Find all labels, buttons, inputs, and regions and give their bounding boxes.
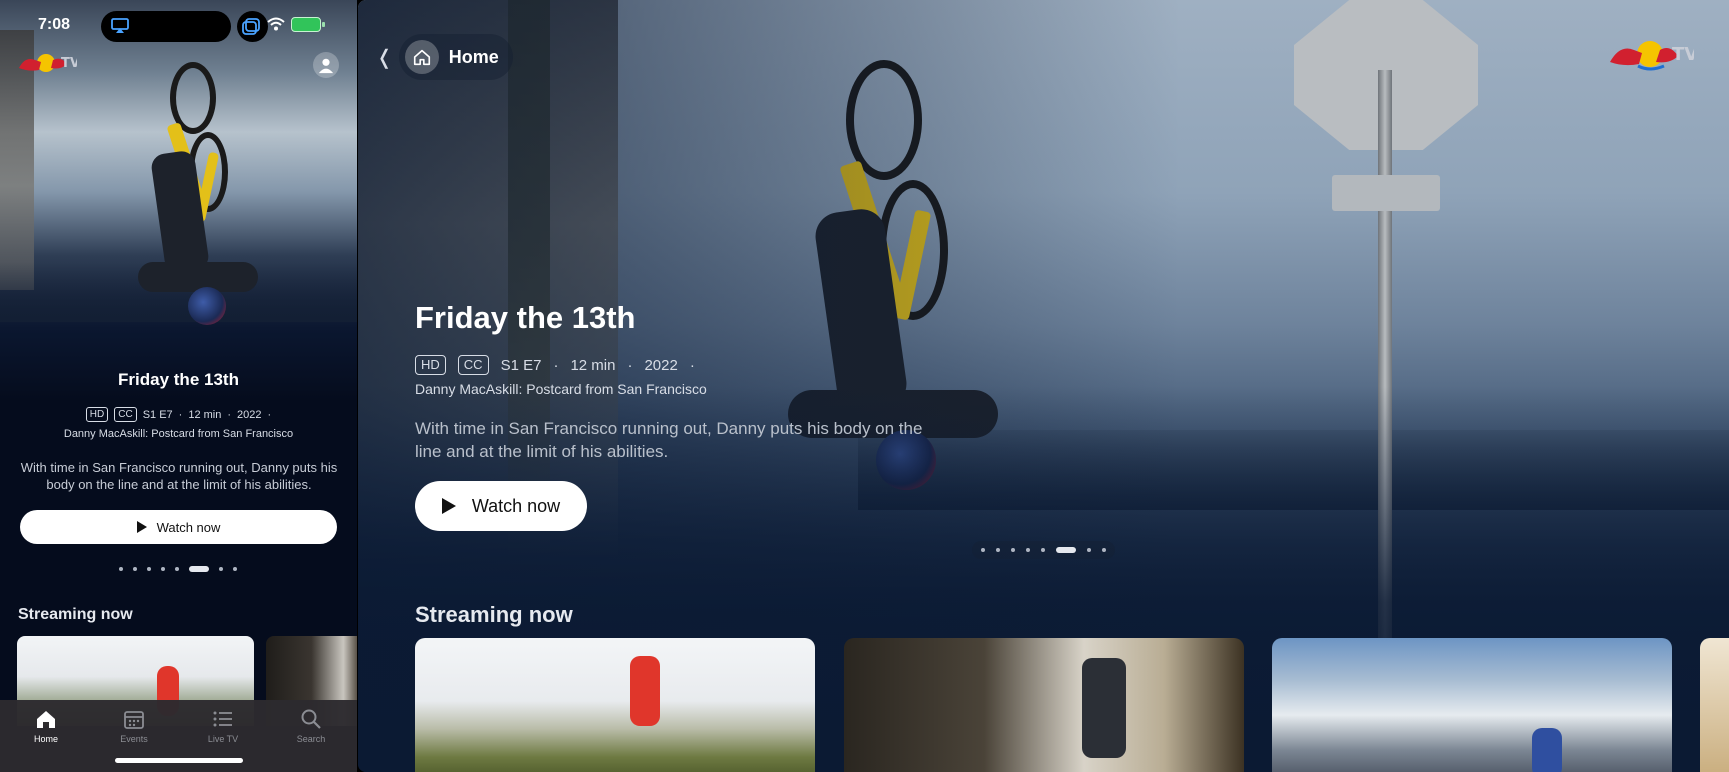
- pager-dot[interactable]: [119, 567, 123, 571]
- pager-dot[interactable]: [219, 567, 223, 571]
- airplay-icon: [111, 18, 129, 33]
- list-icon: [213, 711, 232, 727]
- home-indicator: [115, 758, 243, 763]
- pager-dot[interactable]: [1041, 548, 1045, 552]
- wifi-icon: [267, 17, 285, 31]
- tab-home[interactable]: Home: [11, 708, 81, 744]
- status-bar: 7:08: [0, 0, 357, 50]
- episode-label: S1 E7: [500, 356, 542, 374]
- content-card[interactable]: [1700, 638, 1729, 772]
- profile-icon[interactable]: [313, 52, 339, 78]
- home-icon: [404, 40, 439, 74]
- hero-description: With time in San Francisco running out, …: [415, 419, 923, 461]
- pager-dot[interactable]: [175, 567, 179, 571]
- pager-dot[interactable]: [1026, 548, 1030, 552]
- red-bull-tv-logo: TV: [1610, 41, 1694, 71]
- pager-dot-active[interactable]: [189, 566, 209, 572]
- pager-dot[interactable]: [981, 548, 985, 552]
- duration-label: 12 min: [188, 408, 222, 421]
- content-card[interactable]: [844, 638, 1244, 772]
- cc-badge: CC: [114, 407, 137, 422]
- duration-label: 12 min: [570, 356, 616, 374]
- hero-pager[interactable]: [972, 541, 1115, 559]
- dynamic-island: [101, 11, 231, 42]
- series-title: Danny MacAskill: Postcard from San Franc…: [415, 381, 707, 397]
- pager-dot[interactable]: [147, 567, 151, 571]
- hero-title: Friday the 13th: [415, 300, 636, 335]
- year-label: 2022: [237, 408, 262, 421]
- hero-description: With time in San Francisco running out, …: [20, 460, 338, 492]
- pager-dot[interactable]: [1102, 548, 1106, 552]
- tab-search[interactable]: Search: [276, 708, 346, 744]
- hd-badge: HD: [85, 407, 109, 422]
- pager-dot[interactable]: [1011, 548, 1015, 552]
- red-bull-tv-logo: TV: [19, 54, 77, 72]
- watch-now-label: Watch now: [471, 495, 561, 516]
- hd-badge: HD: [415, 355, 446, 375]
- pager-dot[interactable]: [133, 567, 137, 571]
- status-time: 7:08: [38, 16, 71, 33]
- episode-label: S1 E7: [142, 408, 173, 421]
- watch-now-button[interactable]: Watch now: [20, 510, 337, 544]
- hero-meta: HD CC S1 E7 · 12 min · 2022 ·: [415, 355, 695, 375]
- pager-dot[interactable]: [233, 567, 237, 571]
- calendar-icon: [124, 711, 144, 729]
- content-card[interactable]: [415, 638, 815, 772]
- home-nav-button[interactable]: Home: [398, 34, 513, 80]
- watch-now-label: Watch now: [156, 519, 221, 535]
- tv-screen: ❬ Home TV Friday the 13th HD CC S1 E7 · …: [358, 0, 1729, 772]
- svg-text:TV: TV: [1672, 44, 1694, 65]
- phone-screen: 7:08 TV Friday the 13th HD CC S1 E7 · 12…: [0, 0, 357, 772]
- home-label: Home: [448, 46, 499, 67]
- pager-dot[interactable]: [161, 567, 165, 571]
- tab-events[interactable]: Events: [99, 708, 169, 744]
- search-icon: [301, 709, 321, 729]
- play-icon: [441, 498, 456, 514]
- content-card[interactable]: [1272, 638, 1672, 772]
- section-title: Streaming now: [415, 602, 573, 627]
- pager-dot[interactable]: [1087, 548, 1091, 552]
- section-title: Streaming now: [18, 606, 133, 623]
- rider-image: [118, 62, 268, 332]
- play-icon: [136, 521, 147, 533]
- home-icon: [37, 711, 55, 728]
- battery-icon: [291, 17, 325, 32]
- screen-mirroring-icon: [237, 11, 268, 42]
- svg-text:TV: TV: [61, 56, 77, 71]
- series-title: Danny MacAskill: Postcard from San Franc…: [63, 428, 294, 440]
- tab-live-tv[interactable]: Live TV: [188, 708, 258, 744]
- pager-dot[interactable]: [996, 548, 1000, 552]
- pager-dot-active[interactable]: [1056, 547, 1076, 553]
- year-label: 2022: [644, 356, 678, 374]
- top-nav: ❬ Home: [376, 34, 513, 80]
- hero-pager[interactable]: [119, 566, 237, 572]
- hero-title: Friday the 13th: [118, 370, 239, 389]
- watch-now-button[interactable]: Watch now: [415, 481, 587, 531]
- cc-badge: CC: [457, 355, 489, 375]
- hero-meta: HD CC S1 E7 · 12 min · 2022 ·: [0, 407, 357, 422]
- chevron-left-icon[interactable]: ❬: [376, 45, 393, 70]
